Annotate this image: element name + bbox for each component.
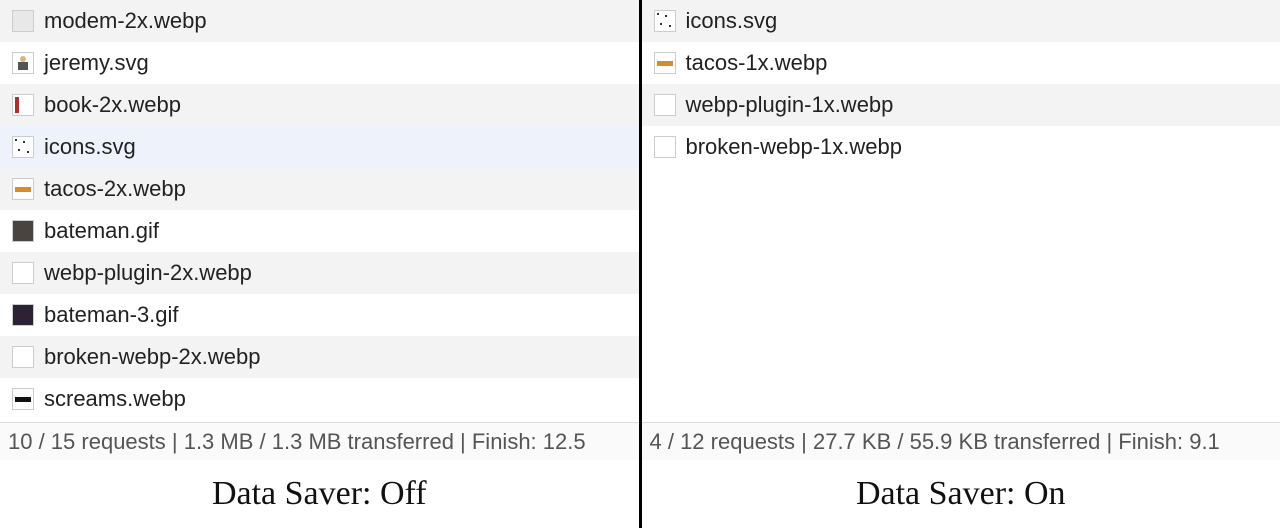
network-request-row[interactable]: broken-webp-2x.webp [0, 336, 639, 378]
file-thumbnail-icon [654, 136, 676, 158]
pane-data-saver-on: icons.svg tacos-1x.webp webp-plugin-1x.web… [642, 0, 1280, 528]
pane-data-saver-off: modem-2x.webp jeremy.svg book-2x.webp icons… [0, 0, 642, 528]
file-thumbnail-icon [12, 52, 34, 74]
file-thumbnail-icon [12, 136, 34, 158]
caption-right: Data Saver: On [642, 460, 1280, 528]
file-thumbnail-icon [654, 94, 676, 116]
network-request-row[interactable]: broken-webp-1x.webp [642, 126, 1280, 168]
file-name-label: icons.svg [686, 8, 778, 34]
file-thumbnail-icon [12, 220, 34, 242]
network-request-row[interactable]: tacos-2x.webp [0, 168, 639, 210]
network-request-row[interactable]: webp-plugin-2x.webp [0, 252, 639, 294]
file-name-label: book-2x.webp [44, 92, 181, 118]
file-name-label: webp-plugin-1x.webp [686, 92, 894, 118]
file-thumbnail-icon [654, 52, 676, 74]
file-name-label: bateman.gif [44, 218, 159, 244]
network-file-list-right: icons.svg tacos-1x.webp webp-plugin-1x.web… [642, 0, 1280, 168]
network-request-row[interactable]: icons.svg [642, 0, 1280, 42]
network-request-row[interactable]: icons.svg [0, 126, 639, 168]
network-request-row[interactable]: modem-2x.webp [0, 0, 639, 42]
file-name-label: broken-webp-1x.webp [686, 134, 902, 160]
network-request-row[interactable]: screams.webp [0, 378, 639, 420]
file-thumbnail-icon [654, 10, 676, 32]
network-request-row[interactable]: bateman-3.gif [0, 294, 639, 336]
file-thumbnail-icon [12, 304, 34, 326]
file-thumbnail-icon [12, 346, 34, 368]
file-thumbnail-icon [12, 10, 34, 32]
status-bar-left: 10 / 15 requests | 1.3 MB / 1.3 MB trans… [0, 422, 639, 460]
comparison-container: modem-2x.webp jeremy.svg book-2x.webp icons… [0, 0, 1280, 528]
caption-left: Data Saver: Off [0, 460, 639, 528]
file-name-label: icons.svg [44, 134, 136, 160]
network-request-row[interactable]: webp-plugin-1x.webp [642, 84, 1280, 126]
file-name-label: screams.webp [44, 386, 186, 412]
file-thumbnail-icon [12, 94, 34, 116]
file-thumbnail-icon [12, 262, 34, 284]
file-name-label: jeremy.svg [44, 50, 149, 76]
file-name-label: webp-plugin-2x.webp [44, 260, 252, 286]
file-name-label: modem-2x.webp [44, 8, 207, 34]
network-request-row[interactable]: bateman.gif [0, 210, 639, 252]
network-request-row[interactable]: tacos-1x.webp [642, 42, 1280, 84]
network-file-list-left: modem-2x.webp jeremy.svg book-2x.webp icons… [0, 0, 639, 420]
file-name-label: tacos-2x.webp [44, 176, 186, 202]
file-name-label: broken-webp-2x.webp [44, 344, 260, 370]
file-name-label: tacos-1x.webp [686, 50, 828, 76]
file-name-label: bateman-3.gif [44, 302, 179, 328]
file-thumbnail-icon [12, 178, 34, 200]
network-request-row[interactable]: jeremy.svg [0, 42, 639, 84]
network-request-row[interactable]: book-2x.webp [0, 84, 639, 126]
status-bar-right: 4 / 12 requests | 27.7 KB / 55.9 KB tran… [642, 422, 1280, 460]
file-thumbnail-icon [12, 388, 34, 410]
